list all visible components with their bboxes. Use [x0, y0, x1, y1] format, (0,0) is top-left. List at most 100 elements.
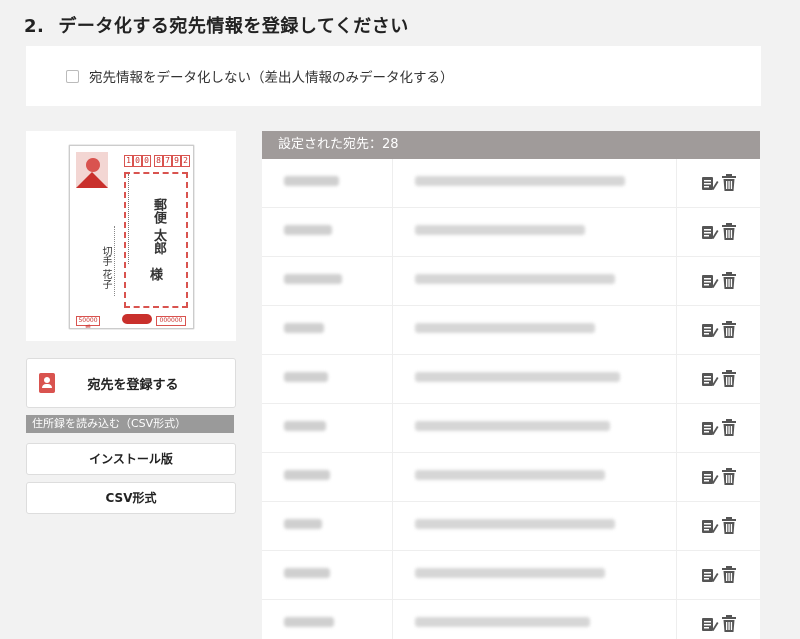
address-row[interactable] — [262, 453, 760, 502]
blurred-name — [284, 274, 342, 284]
address-row[interactable] — [262, 208, 760, 257]
section-number: 2. — [24, 16, 45, 37]
blurred-name — [284, 323, 324, 333]
postcard-preview: 1 0 0 8 7 9 2 郵便 太郎 様 切手 花子 50000番 00000… — [69, 145, 194, 329]
address-list-rows — [262, 159, 760, 639]
address-row[interactable] — [262, 257, 760, 306]
blurred-address — [415, 274, 615, 284]
zip-digit: 0 — [142, 155, 151, 167]
row-name-cell — [262, 159, 392, 207]
row-name-cell — [262, 453, 392, 501]
blurred-address — [415, 421, 610, 431]
blurred-address — [415, 470, 605, 480]
row-address-cell — [392, 208, 677, 256]
option-panel: 宛先情報をデータ化しない（差出人情報のみデータ化する） — [26, 46, 761, 106]
recipient-name-text: 郵便 太郎 — [151, 197, 166, 255]
zip-digit: 8 — [154, 155, 163, 167]
row-actions-cell — [676, 355, 760, 403]
recipient-address-line — [128, 174, 133, 264]
edit-icon[interactable] — [701, 468, 719, 486]
page-section-title: 2. データ化する宛先情報を登録してください — [24, 12, 409, 38]
trash-icon[interactable] — [721, 174, 737, 192]
no-data-checkbox-label[interactable]: 宛先情報をデータ化しない（差出人情報のみデータ化する） — [89, 66, 454, 86]
stamp-image — [76, 152, 108, 188]
edit-icon[interactable] — [701, 174, 719, 192]
section-title-text: データ化する宛先情報を登録してください — [58, 16, 409, 37]
row-address-cell — [392, 355, 677, 403]
register-address-label: 宛先を登録する — [87, 378, 179, 393]
address-row[interactable] — [262, 306, 760, 355]
edit-icon[interactable] — [701, 566, 719, 584]
address-row[interactable] — [262, 600, 760, 639]
blurred-address — [415, 372, 620, 382]
trash-icon[interactable] — [721, 615, 737, 633]
sender-name: 切手 花子 — [84, 238, 112, 298]
edit-icon[interactable] — [701, 321, 719, 339]
trash-icon[interactable] — [721, 517, 737, 535]
row-actions-cell — [676, 502, 760, 550]
zip-digit: 1 — [124, 155, 133, 167]
trash-icon[interactable] — [721, 272, 737, 290]
zip-digit: 9 — [172, 155, 181, 167]
sender-name-text: 切手 花子 — [100, 246, 111, 290]
no-data-checkbox[interactable] — [66, 70, 79, 83]
row-address-cell — [392, 502, 677, 550]
address-row[interactable] — [262, 551, 760, 600]
row-name-cell — [262, 208, 392, 256]
lottery-number-right: 000000 — [156, 316, 186, 326]
zip-digit: 0 — [133, 155, 142, 167]
row-actions-cell — [676, 600, 760, 639]
trash-icon[interactable] — [721, 370, 737, 388]
zip-digit: 2 — [181, 155, 190, 167]
row-name-cell — [262, 404, 392, 452]
blurred-name — [284, 372, 328, 382]
edit-icon[interactable] — [701, 223, 719, 241]
row-name-cell — [262, 355, 392, 403]
row-address-cell — [392, 159, 677, 207]
chili-illustration — [122, 314, 152, 324]
row-actions-cell — [676, 306, 760, 354]
address-row[interactable] — [262, 159, 760, 208]
row-actions-cell — [676, 208, 760, 256]
blurred-name — [284, 617, 334, 627]
row-address-cell — [392, 453, 677, 501]
row-address-cell — [392, 306, 677, 354]
recipient-suffix: 様 — [150, 268, 164, 283]
trash-icon[interactable] — [721, 223, 737, 241]
blurred-name — [284, 176, 339, 186]
blurred-address — [415, 323, 595, 333]
edit-icon[interactable] — [701, 419, 719, 437]
row-actions-cell — [676, 551, 760, 599]
trash-icon[interactable] — [721, 321, 737, 339]
row-address-cell — [392, 404, 677, 452]
edit-icon[interactable] — [701, 272, 719, 290]
trash-icon[interactable] — [721, 468, 737, 486]
edit-icon[interactable] — [701, 370, 719, 388]
row-actions-cell — [676, 159, 760, 207]
row-actions-cell — [676, 453, 760, 501]
trash-icon[interactable] — [721, 566, 737, 584]
trash-icon[interactable] — [721, 419, 737, 437]
csv-format-button[interactable]: CSV形式 — [26, 482, 236, 514]
row-address-cell — [392, 257, 677, 305]
row-name-cell — [262, 502, 392, 550]
register-address-button[interactable]: 宛先を登録する — [26, 358, 236, 408]
blurred-address — [415, 176, 625, 186]
row-name-cell — [262, 551, 392, 599]
address-row[interactable] — [262, 355, 760, 404]
lottery-number-left: 50000番 — [76, 316, 100, 328]
address-row[interactable] — [262, 404, 760, 453]
address-row[interactable] — [262, 502, 760, 551]
blurred-address — [415, 617, 590, 627]
address-list: 設定された宛先：28 — [262, 131, 760, 639]
row-address-cell — [392, 551, 677, 599]
row-name-cell — [262, 600, 392, 639]
blurred-name — [284, 519, 322, 529]
install-version-button[interactable]: インストール版 — [26, 443, 236, 475]
edit-icon[interactable] — [701, 517, 719, 535]
blurred-name — [284, 568, 330, 578]
zip-digit: 7 — [163, 155, 172, 167]
csv-import-header: 住所録を読み込む（CSV形式） — [26, 415, 234, 433]
recipient-name: 郵便 太郎 — [146, 186, 166, 266]
edit-icon[interactable] — [701, 615, 719, 633]
